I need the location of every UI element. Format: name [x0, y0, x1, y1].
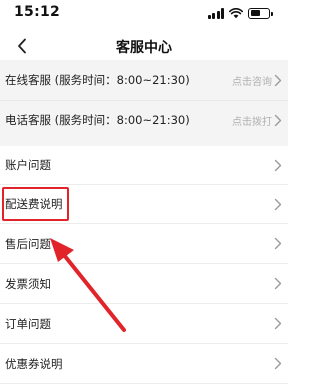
chevron-right-icon	[273, 158, 283, 172]
status-icons	[207, 7, 273, 19]
chevron-right-icon	[273, 277, 283, 291]
contact-row-label: 在线客服 (服务时间：8:00~21:30)	[5, 73, 190, 87]
highlight-box	[2, 187, 69, 221]
faq-item-label: 发票须知	[5, 276, 51, 291]
chevron-right-icon	[273, 197, 283, 211]
faq-item-label: 优惠券说明	[5, 356, 63, 371]
chevron-right-icon	[273, 357, 283, 371]
divider	[0, 383, 288, 384]
signal-icon	[207, 7, 224, 19]
wifi-icon	[229, 7, 243, 18]
contact-row-online[interactable]: 在线客服 (服务时间：8:00~21:30) 点击咨询	[0, 60, 288, 100]
faq-item-order[interactable]: 订单问题	[0, 304, 288, 343]
faq-item-after-sales[interactable]: 售后问题	[0, 224, 288, 263]
contact-row-phone[interactable]: 电话客服 (服务时间：8:00~21:30) 点击拨打	[0, 100, 288, 140]
call-link[interactable]: 点击拨打	[232, 113, 272, 128]
page-title: 客服中心	[116, 40, 172, 56]
status-time: 15:12	[14, 4, 61, 20]
faq-item-invoice[interactable]: 发票须知	[0, 264, 288, 303]
status-bar: 15:12	[0, 0, 288, 26]
chevron-right-icon	[273, 113, 283, 127]
faq-item-label: 售后问题	[5, 236, 51, 251]
faq-item-label: 账户问题	[5, 158, 51, 172]
contact-row-label: 电话客服 (服务时间：8:00~21:30)	[5, 113, 190, 127]
faq-item-label: 订单问题	[5, 316, 51, 331]
faq-item-coupon[interactable]: 优惠券说明	[0, 344, 288, 383]
chevron-right-icon	[273, 237, 283, 251]
chevron-right-icon	[273, 317, 283, 331]
chevron-right-icon	[273, 73, 283, 87]
nav-bar: 客服中心	[0, 30, 288, 62]
faq-item-account[interactable]: 账户问题	[0, 146, 288, 184]
battery-icon	[248, 7, 273, 19]
consult-link[interactable]: 点击咨询	[232, 73, 272, 88]
